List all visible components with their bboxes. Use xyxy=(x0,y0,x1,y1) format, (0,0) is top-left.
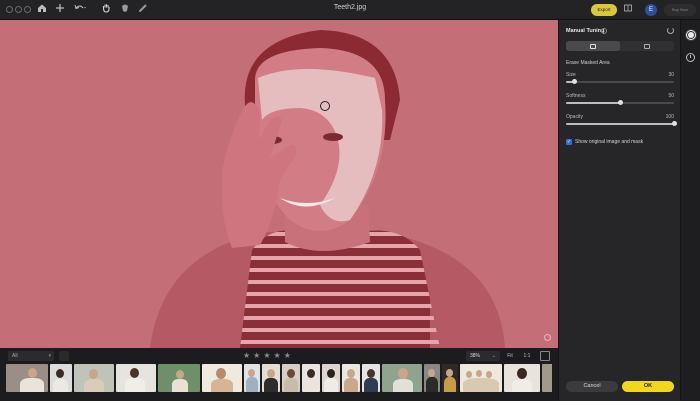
filmstrip-thumbnail[interactable] xyxy=(6,364,48,392)
mask-icon[interactable] xyxy=(118,3,132,17)
tool-rail xyxy=(680,20,700,401)
manual-tuning-panel: Manual Tuning ? Erase Masked Area Size 3… xyxy=(558,20,680,401)
account-avatar[interactable]: E xyxy=(645,4,657,16)
filmstrip-thumbnail[interactable] xyxy=(244,364,260,392)
section-label: Erase Masked Area xyxy=(566,60,610,66)
softness-value: 50 xyxy=(668,93,674,99)
filmstrip-thumbnail[interactable] xyxy=(504,364,540,392)
bottom-bar: All ▾ ★ ★ ★ ★ ★ 38% ⌄ Fit 1:1 xyxy=(0,348,558,401)
hand-icon[interactable] xyxy=(99,3,113,17)
window-zoom-button[interactable] xyxy=(24,6,31,13)
filmstrip-thumbnail[interactable] xyxy=(302,364,320,392)
filmstrip-thumbnail[interactable] xyxy=(116,364,156,392)
chevron-down-icon: ▾ xyxy=(48,353,51,359)
filmstrip-thumbnail[interactable] xyxy=(322,364,340,392)
erase-mode-button[interactable] xyxy=(566,41,620,51)
filmstrip-thumbnail[interactable] xyxy=(460,364,502,392)
show-original-label[interactable]: Show original image and mask xyxy=(575,139,643,145)
softness-slider-handle[interactable] xyxy=(617,100,623,105)
plus-icon[interactable] xyxy=(53,3,67,17)
undo-icon[interactable] xyxy=(73,3,87,17)
filmstrip-thumbnail[interactable] xyxy=(342,364,360,392)
info-icon[interactable] xyxy=(544,334,551,341)
filmstrip-thumbnail[interactable] xyxy=(282,364,300,392)
brush-icon[interactable] xyxy=(136,3,150,17)
filmstrip-thumbnail[interactable] xyxy=(442,364,458,392)
filmstrip-thumbnail[interactable] xyxy=(424,364,440,392)
star-icon[interactable]: ★ xyxy=(243,350,250,361)
size-slider-handle[interactable] xyxy=(572,79,578,84)
mode-toggle xyxy=(566,41,674,51)
opacity-label: Opacity xyxy=(566,114,583,120)
zoom-dropdown[interactable]: 38% ⌄ xyxy=(466,351,500,361)
window-close-button[interactable] xyxy=(6,6,13,13)
adjustments-icon[interactable] xyxy=(685,29,697,41)
help-icon[interactable]: ? xyxy=(601,28,607,34)
size-value: 30 xyxy=(668,72,674,78)
opacity-slider[interactable] xyxy=(566,121,677,126)
rating-stars[interactable]: ★ ★ ★ ★ ★ xyxy=(243,350,291,361)
erase-mask-icon xyxy=(590,43,596,49)
star-icon[interactable]: ★ xyxy=(274,350,281,361)
filter-options-button[interactable] xyxy=(59,351,69,361)
star-icon[interactable]: ★ xyxy=(253,350,260,361)
show-original-checkbox[interactable]: ✓ xyxy=(566,139,572,145)
star-icon[interactable]: ★ xyxy=(284,350,291,361)
filmstrip-thumbnail[interactable] xyxy=(542,364,552,392)
filmstrip-thumbnail[interactable] xyxy=(362,364,380,392)
opacity-slider-fill xyxy=(566,123,674,125)
restore-mode-button[interactable] xyxy=(620,41,674,51)
filmstrip-thumbnail[interactable] xyxy=(382,364,422,392)
panel-title: Manual Tuning xyxy=(566,28,605,34)
export-button[interactable]: Export xyxy=(591,4,617,16)
history-icon[interactable] xyxy=(686,53,695,62)
ok-button[interactable]: OK xyxy=(622,381,674,392)
filmstrip-thumbnail[interactable] xyxy=(50,364,72,392)
split-view-icon[interactable] xyxy=(540,351,550,361)
size-slider[interactable] xyxy=(566,79,674,84)
filmstrip-thumbnail[interactable] xyxy=(158,364,200,392)
chevron-down-icon: ⌄ xyxy=(491,353,496,359)
window-minimize-button[interactable] xyxy=(15,6,22,13)
restore-mask-icon xyxy=(644,43,650,49)
fit-button[interactable]: Fit xyxy=(504,351,516,361)
filmstrip-thumbnail[interactable] xyxy=(262,364,280,392)
reset-icon[interactable] xyxy=(667,27,674,34)
star-icon[interactable]: ★ xyxy=(263,350,270,361)
masked-portrait xyxy=(0,20,558,348)
filter-value: All xyxy=(12,353,18,359)
filmstrip-thumbnail[interactable] xyxy=(202,364,242,392)
opacity-slider-handle[interactable] xyxy=(671,121,677,126)
brush-cursor xyxy=(320,101,330,111)
cancel-button[interactable]: Cancel xyxy=(566,381,618,392)
one-to-one-button[interactable]: 1:1 xyxy=(520,351,534,361)
softness-label: Softness xyxy=(566,93,586,99)
image-canvas[interactable] xyxy=(0,20,558,348)
opacity-value: 100 xyxy=(665,114,674,120)
filmstrip-thumbnail[interactable] xyxy=(74,364,114,392)
softness-slider-fill xyxy=(566,102,620,104)
compare-icon[interactable] xyxy=(621,3,635,17)
filmstrip xyxy=(6,364,552,397)
softness-slider[interactable] xyxy=(566,100,674,105)
filter-dropdown[interactable]: All ▾ xyxy=(8,351,54,361)
size-label: Size xyxy=(566,72,576,78)
buy-now-button[interactable]: Buy Now xyxy=(664,4,696,16)
zoom-value: 38% xyxy=(470,353,481,359)
title-bar: Teeth2.jpg Export E Buy Now xyxy=(0,0,700,20)
home-icon[interactable] xyxy=(35,3,49,17)
